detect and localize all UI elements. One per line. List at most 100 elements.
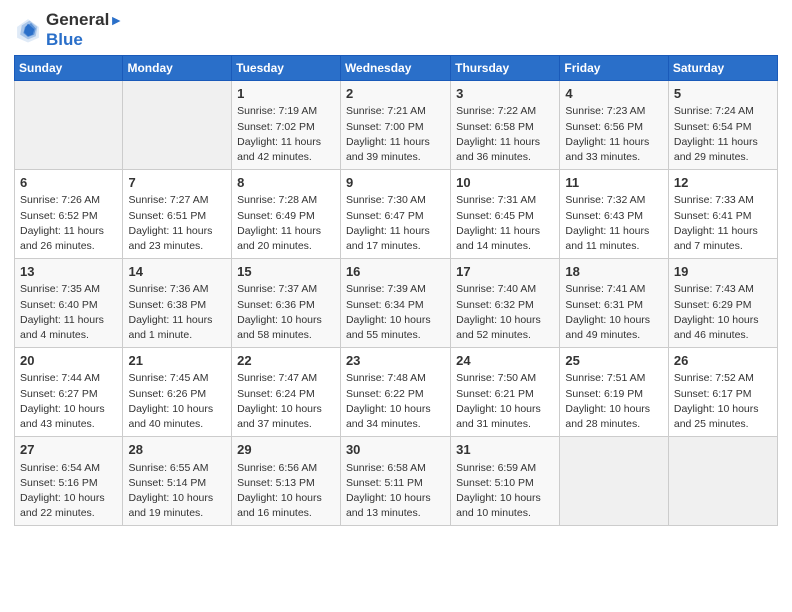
day-info: Sunrise: 7:32 AM Sunset: 6:43 PM Dayligh… [565, 193, 662, 254]
day-cell: 13Sunrise: 7:35 AM Sunset: 6:40 PM Dayli… [15, 259, 123, 348]
day-cell: 6Sunrise: 7:26 AM Sunset: 6:52 PM Daylig… [15, 170, 123, 259]
day-info: Sunrise: 7:43 AM Sunset: 6:29 PM Dayligh… [674, 282, 772, 343]
day-info: Sunrise: 7:37 AM Sunset: 6:36 PM Dayligh… [237, 282, 335, 343]
weekday-header-sunday: Sunday [15, 56, 123, 81]
weekday-header-wednesday: Wednesday [340, 56, 450, 81]
day-number: 5 [674, 85, 772, 103]
day-cell: 18Sunrise: 7:41 AM Sunset: 6:31 PM Dayli… [560, 259, 668, 348]
day-cell: 26Sunrise: 7:52 AM Sunset: 6:17 PM Dayli… [668, 348, 777, 437]
day-cell: 14Sunrise: 7:36 AM Sunset: 6:38 PM Dayli… [123, 259, 232, 348]
calendar-table: SundayMondayTuesdayWednesdayThursdayFrid… [14, 55, 778, 526]
day-info: Sunrise: 7:23 AM Sunset: 6:56 PM Dayligh… [565, 104, 662, 165]
week-row-1: 1Sunrise: 7:19 AM Sunset: 7:02 PM Daylig… [15, 81, 778, 170]
day-info: Sunrise: 7:48 AM Sunset: 6:22 PM Dayligh… [346, 371, 445, 432]
day-number: 10 [456, 174, 554, 192]
day-number: 21 [128, 352, 226, 370]
day-number: 14 [128, 263, 226, 281]
day-number: 13 [20, 263, 117, 281]
day-cell: 5Sunrise: 7:24 AM Sunset: 6:54 PM Daylig… [668, 81, 777, 170]
day-number: 31 [456, 441, 554, 459]
day-number: 7 [128, 174, 226, 192]
day-number: 19 [674, 263, 772, 281]
day-info: Sunrise: 7:33 AM Sunset: 6:41 PM Dayligh… [674, 193, 772, 254]
day-cell: 23Sunrise: 7:48 AM Sunset: 6:22 PM Dayli… [340, 348, 450, 437]
day-info: Sunrise: 7:41 AM Sunset: 6:31 PM Dayligh… [565, 282, 662, 343]
day-cell [123, 81, 232, 170]
day-info: Sunrise: 7:35 AM Sunset: 6:40 PM Dayligh… [20, 282, 117, 343]
week-row-3: 13Sunrise: 7:35 AM Sunset: 6:40 PM Dayli… [15, 259, 778, 348]
week-row-5: 27Sunrise: 6:54 AM Sunset: 5:16 PM Dayli… [15, 437, 778, 526]
day-number: 30 [346, 441, 445, 459]
week-row-4: 20Sunrise: 7:44 AM Sunset: 6:27 PM Dayli… [15, 348, 778, 437]
day-info: Sunrise: 7:44 AM Sunset: 6:27 PM Dayligh… [20, 371, 117, 432]
day-number: 16 [346, 263, 445, 281]
day-cell: 24Sunrise: 7:50 AM Sunset: 6:21 PM Dayli… [451, 348, 560, 437]
day-cell: 3Sunrise: 7:22 AM Sunset: 6:58 PM Daylig… [451, 81, 560, 170]
day-info: Sunrise: 6:58 AM Sunset: 5:11 PM Dayligh… [346, 461, 445, 522]
calendar-page: General► Blue SundayMondayTuesdayWednesd… [0, 0, 792, 536]
day-info: Sunrise: 6:55 AM Sunset: 5:14 PM Dayligh… [128, 461, 226, 522]
day-number: 24 [456, 352, 554, 370]
day-number: 26 [674, 352, 772, 370]
weekday-header-friday: Friday [560, 56, 668, 81]
day-info: Sunrise: 7:19 AM Sunset: 7:02 PM Dayligh… [237, 104, 335, 165]
day-info: Sunrise: 6:56 AM Sunset: 5:13 PM Dayligh… [237, 461, 335, 522]
day-number: 2 [346, 85, 445, 103]
day-cell: 30 Sunrise: 6:58 AM Sunset: 5:11 PM Dayli… [340, 437, 450, 526]
day-cell: 27Sunrise: 6:54 AM Sunset: 5:16 PM Dayli… [15, 437, 123, 526]
day-number: 15 [237, 263, 335, 281]
day-info: Sunrise: 7:22 AM Sunset: 6:58 PM Dayligh… [456, 104, 554, 165]
day-cell: 29Sunrise: 6:56 AM Sunset: 5:13 PM Dayli… [232, 437, 341, 526]
day-cell: 25Sunrise: 7:51 AM Sunset: 6:19 PM Dayli… [560, 348, 668, 437]
day-cell: 19Sunrise: 7:43 AM Sunset: 6:29 PM Dayli… [668, 259, 777, 348]
day-number: 1 [237, 85, 335, 103]
day-cell: 12Sunrise: 7:33 AM Sunset: 6:41 PM Dayli… [668, 170, 777, 259]
day-info: Sunrise: 7:40 AM Sunset: 6:32 PM Dayligh… [456, 282, 554, 343]
day-cell: 10Sunrise: 7:31 AM Sunset: 6:45 PM Dayli… [451, 170, 560, 259]
day-info: Sunrise: 7:31 AM Sunset: 6:45 PM Dayligh… [456, 193, 554, 254]
day-info: Sunrise: 7:27 AM Sunset: 6:51 PM Dayligh… [128, 193, 226, 254]
weekday-header-thursday: Thursday [451, 56, 560, 81]
day-cell: 16Sunrise: 7:39 AM Sunset: 6:34 PM Dayli… [340, 259, 450, 348]
day-info: Sunrise: 7:24 AM Sunset: 6:54 PM Dayligh… [674, 104, 772, 165]
day-number: 25 [565, 352, 662, 370]
weekday-header-monday: Monday [123, 56, 232, 81]
day-info: Sunrise: 7:39 AM Sunset: 6:34 PM Dayligh… [346, 282, 445, 343]
day-info: Sunrise: 7:50 AM Sunset: 6:21 PM Dayligh… [456, 371, 554, 432]
day-cell: 20Sunrise: 7:44 AM Sunset: 6:27 PM Dayli… [15, 348, 123, 437]
day-number: 12 [674, 174, 772, 192]
day-info: Sunrise: 7:47 AM Sunset: 6:24 PM Dayligh… [237, 371, 335, 432]
day-number: 8 [237, 174, 335, 192]
day-cell: 15Sunrise: 7:37 AM Sunset: 6:36 PM Dayli… [232, 259, 341, 348]
day-number: 6 [20, 174, 117, 192]
header: General► Blue [14, 10, 778, 49]
logo-icon [14, 16, 42, 44]
day-number: 27 [20, 441, 117, 459]
logo: General► Blue [14, 10, 123, 49]
weekday-header-row: SundayMondayTuesdayWednesdayThursdayFrid… [15, 56, 778, 81]
day-info: Sunrise: 7:30 AM Sunset: 6:47 PM Dayligh… [346, 193, 445, 254]
day-cell: 7Sunrise: 7:27 AM Sunset: 6:51 PM Daylig… [123, 170, 232, 259]
day-cell: 22Sunrise: 7:47 AM Sunset: 6:24 PM Dayli… [232, 348, 341, 437]
day-cell: 1Sunrise: 7:19 AM Sunset: 7:02 PM Daylig… [232, 81, 341, 170]
day-cell: 17Sunrise: 7:40 AM Sunset: 6:32 PM Dayli… [451, 259, 560, 348]
day-cell: 31Sunrise: 6:59 AM Sunset: 5:10 PM Dayli… [451, 437, 560, 526]
day-cell: 4Sunrise: 7:23 AM Sunset: 6:56 PM Daylig… [560, 81, 668, 170]
day-number: 22 [237, 352, 335, 370]
day-number: 4 [565, 85, 662, 103]
weekday-header-saturday: Saturday [668, 56, 777, 81]
day-cell: 28Sunrise: 6:55 AM Sunset: 5:14 PM Dayli… [123, 437, 232, 526]
day-cell: 11Sunrise: 7:32 AM Sunset: 6:43 PM Dayli… [560, 170, 668, 259]
day-number: 20 [20, 352, 117, 370]
day-info: Sunrise: 7:45 AM Sunset: 6:26 PM Dayligh… [128, 371, 226, 432]
day-number: 23 [346, 352, 445, 370]
logo-text: General► Blue [46, 10, 123, 49]
day-cell [15, 81, 123, 170]
day-info: Sunrise: 7:51 AM Sunset: 6:19 PM Dayligh… [565, 371, 662, 432]
day-info: Sunrise: 7:36 AM Sunset: 6:38 PM Dayligh… [128, 282, 226, 343]
day-number: 3 [456, 85, 554, 103]
day-number: 9 [346, 174, 445, 192]
day-cell: 2Sunrise: 7:21 AM Sunset: 7:00 PM Daylig… [340, 81, 450, 170]
week-row-2: 6Sunrise: 7:26 AM Sunset: 6:52 PM Daylig… [15, 170, 778, 259]
day-cell: 9Sunrise: 7:30 AM Sunset: 6:47 PM Daylig… [340, 170, 450, 259]
